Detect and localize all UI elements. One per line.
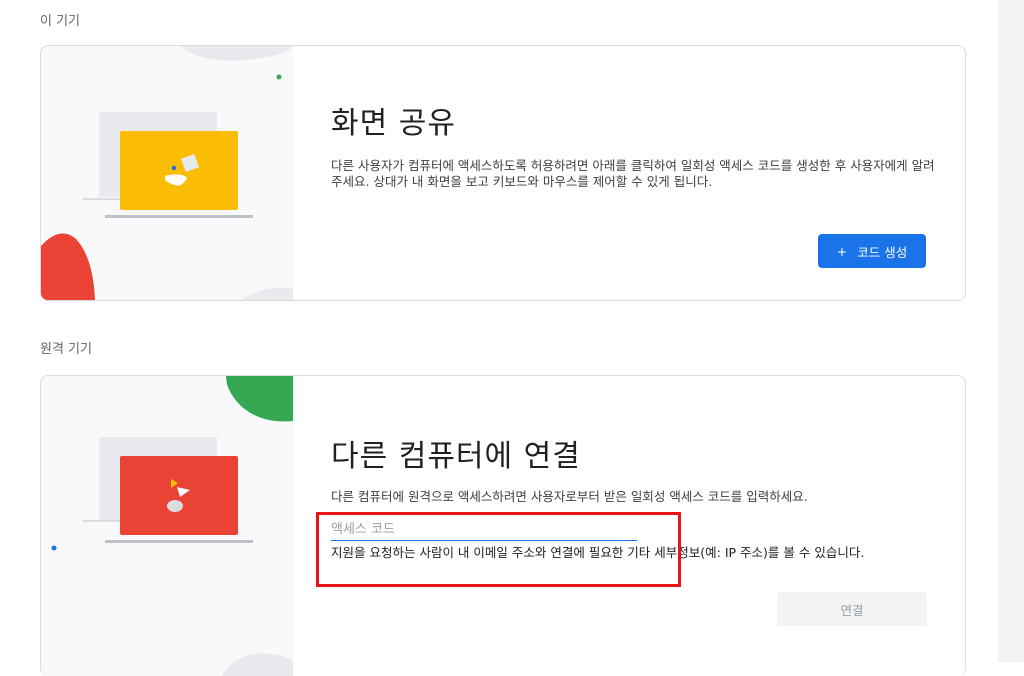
plus-icon: + bbox=[836, 243, 848, 259]
connect-illustration bbox=[41, 376, 293, 676]
share-card-description: 다른 사용자가 컴퓨터에 액세스하도록 허용하려면 아래를 클릭하여 일회성 액… bbox=[331, 158, 935, 189]
section-title-this-device: 이 기기 bbox=[40, 14, 81, 29]
connect-card: 다른 컴퓨터에 연결 다른 컴퓨터에 원격으로 액세스하려면 사용자로부터 받은… bbox=[40, 375, 966, 676]
share-card-heading: 화면 공유 bbox=[331, 106, 456, 141]
connect-button[interactable]: 연결 bbox=[777, 592, 927, 626]
scrollbar-track[interactable] bbox=[998, 0, 1024, 662]
access-code-hint: 지원을 요청하는 사람이 내 이메일 주소와 연결에 필요한 기타 세부정보(예… bbox=[331, 545, 865, 560]
access-code-input[interactable] bbox=[331, 518, 637, 541]
share-screen-card: 화면 공유 다른 사용자가 컴퓨터에 액세스하도록 허용하려면 아래를 클릭하여… bbox=[40, 45, 966, 301]
generate-code-button[interactable]: + 코드 생성 bbox=[818, 234, 926, 268]
section-title-remote-device: 원격 기기 bbox=[40, 342, 92, 357]
generate-code-label: 코드 생성 bbox=[857, 244, 908, 260]
share-illustration bbox=[41, 46, 293, 300]
connect-card-heading: 다른 컴퓨터에 연결 bbox=[331, 439, 581, 474]
connect-card-description: 다른 컴퓨터에 원격으로 액세스하려면 사용자로부터 받은 일회성 액세스 코드… bbox=[331, 489, 808, 504]
